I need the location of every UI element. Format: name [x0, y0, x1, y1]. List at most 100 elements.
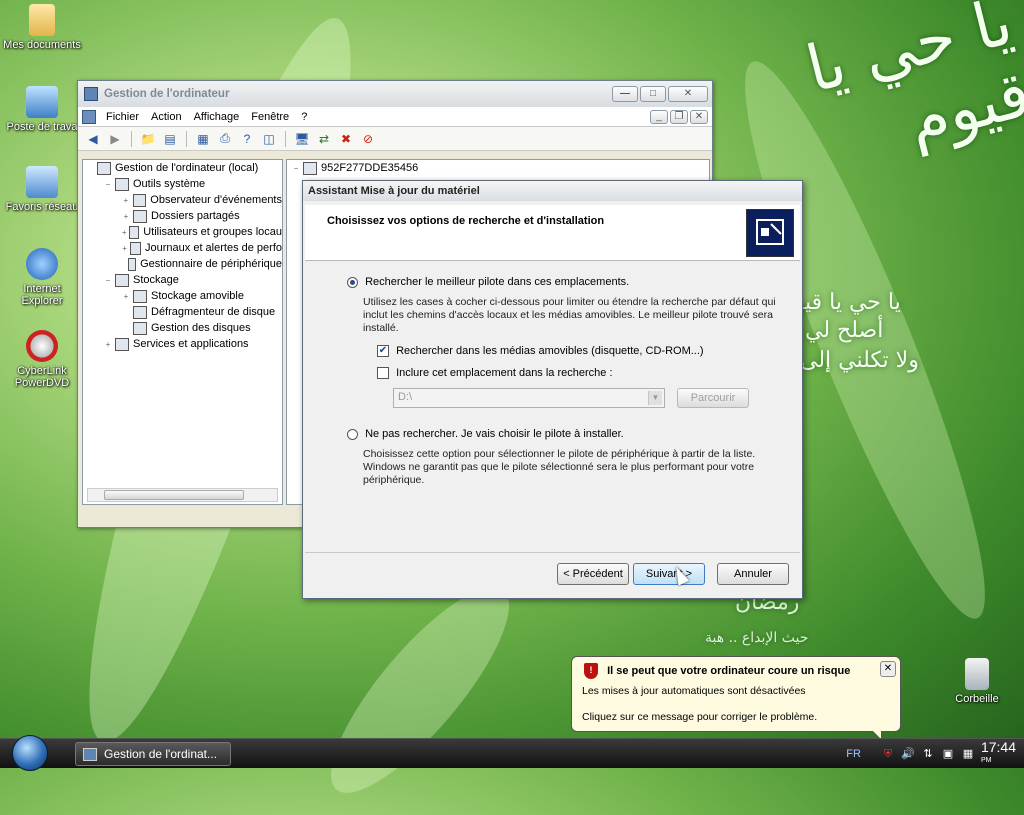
- window-titlebar[interactable]: Gestion de l'ordinateur — □ ✕: [78, 81, 712, 107]
- expand-icon[interactable]: +: [121, 244, 128, 253]
- tree-node-icon: [133, 209, 147, 223]
- option-search-best[interactable]: Rechercher le meilleur pilote dans ces e…: [347, 276, 629, 288]
- tree-item[interactable]: + Utilisateurs et groupes locau: [83, 224, 282, 240]
- check-include-location[interactable]: Inclure cet emplacement dans la recherch…: [377, 367, 613, 380]
- expand-icon[interactable]: +: [121, 292, 131, 301]
- menu-bar: Fichier Action Affichage Fenêtre ? _ ❐ ✕: [78, 107, 712, 127]
- collapse-icon[interactable]: −: [103, 276, 113, 285]
- print-icon[interactable]: ⎙: [216, 131, 234, 147]
- uninstall-icon[interactable]: ✖: [337, 131, 355, 147]
- tree-item[interactable]: + Stockage amovible: [83, 288, 282, 304]
- security-shield-icon[interactable]: ⛨: [881, 747, 895, 761]
- tree-item[interactable]: Gestion des disques: [83, 320, 282, 336]
- help-icon[interactable]: ?: [238, 131, 256, 147]
- next-button[interactable]: Suivant >: [633, 563, 705, 585]
- menu-fenetre[interactable]: Fenêtre: [245, 111, 295, 123]
- close-button[interactable]: ✕: [668, 86, 708, 102]
- minimize-button[interactable]: —: [612, 86, 638, 102]
- window-title: Gestion de l'ordinateur: [104, 88, 230, 100]
- taskbar-button-computer-management[interactable]: Gestion de l'ordinat...: [75, 742, 231, 766]
- expand-icon[interactable]: +: [103, 340, 113, 349]
- tree-item-label: Défragmenteur de disque: [151, 306, 276, 318]
- tree-item[interactable]: Gestion de l'ordinateur (local): [83, 160, 282, 176]
- scan-hardware-icon[interactable]: 🖥: [293, 131, 311, 147]
- tree-item[interactable]: + Dossiers partagés: [83, 208, 282, 224]
- tree-horizontal-scrollbar[interactable]: [87, 488, 278, 502]
- arabic-calligraphy: ولا تكلني إلى: [800, 348, 919, 373]
- tree-item[interactable]: + Services et applications: [83, 336, 282, 352]
- toolbar-separator: [131, 130, 132, 147]
- menu-fichier[interactable]: Fichier: [100, 111, 145, 123]
- tree-node-icon: [115, 273, 129, 287]
- maximize-button[interactable]: □: [640, 86, 666, 102]
- disable-device-icon[interactable]: ⊘: [359, 131, 377, 147]
- previous-button[interactable]: < Précédent: [557, 563, 629, 585]
- up-folder-icon[interactable]: 📁: [139, 131, 157, 147]
- location-combobox[interactable]: D:\ ▼: [393, 388, 665, 408]
- balloon-line1: Les mises à jour automatiques sont désac…: [582, 685, 806, 697]
- desktop-icon-my-computer[interactable]: Poste de trava: [2, 86, 82, 133]
- expand-icon[interactable]: +: [121, 212, 131, 221]
- balloon-close-button[interactable]: ✕: [880, 661, 896, 677]
- show-pane-icon[interactable]: ◫: [260, 131, 278, 147]
- browse-button[interactable]: Parcourir: [677, 388, 749, 408]
- language-indicator[interactable]: FR: [846, 748, 861, 760]
- tree-node-icon: [133, 305, 147, 319]
- collapse-icon[interactable]: −: [103, 180, 113, 189]
- tree-item-label: Gestion des disques: [151, 322, 251, 334]
- chevron-down-icon[interactable]: ▼: [648, 391, 662, 405]
- child-restore-button[interactable]: ❐: [670, 109, 688, 124]
- back-arrow-icon[interactable]: ◀: [84, 131, 102, 147]
- tree-item[interactable]: + Journaux et alertes de perfo: [83, 240, 282, 256]
- tree-node-icon: [129, 225, 140, 239]
- forward-arrow-icon[interactable]: ▶: [106, 131, 124, 147]
- tree-item[interactable]: + Observateur d'événements: [83, 192, 282, 208]
- menu-help[interactable]: ?: [295, 111, 313, 123]
- display-icon[interactable]: ▣: [941, 747, 955, 761]
- expand-icon[interactable]: +: [121, 196, 131, 205]
- balloon-line2: Cliquez sur ce message pour corriger le …: [582, 711, 818, 723]
- option2-description: Choisissez cette option pour sélectionne…: [363, 448, 756, 486]
- collapse-icon[interactable]: −: [291, 164, 301, 173]
- network-icon[interactable]: ⇅: [921, 747, 935, 761]
- option-no-search[interactable]: Ne pas rechercher. Je vais choisir le pi…: [347, 428, 624, 440]
- tree-node-icon: [130, 241, 142, 255]
- device-icon[interactable]: ▦: [961, 747, 975, 761]
- tree-item[interactable]: Défragmenteur de disque: [83, 304, 282, 320]
- show-tree-icon[interactable]: ▤: [161, 131, 179, 147]
- clock[interactable]: 17:44 PM: [981, 740, 1016, 767]
- desktop-icon-my-documents[interactable]: Mes documents: [2, 4, 82, 51]
- tree-item[interactable]: − Outils système: [83, 176, 282, 192]
- update-driver-icon[interactable]: ⇄: [315, 131, 333, 147]
- wizard-titlebar[interactable]: Assistant Mise à jour du matériel: [303, 181, 802, 201]
- recycle-bin-icon: [965, 658, 989, 690]
- checkbox-include-location[interactable]: [377, 367, 389, 380]
- tree-item-label: Dossiers partagés: [151, 210, 240, 222]
- scroll-thumb[interactable]: [104, 490, 244, 500]
- start-button[interactable]: [12, 735, 48, 771]
- device-tree-root[interactable]: − 952F277DDE35456: [287, 160, 709, 176]
- desktop-icon-powerdvd[interactable]: CyberLink PowerDVD: [2, 330, 82, 389]
- tree-item[interactable]: − Stockage: [83, 272, 282, 288]
- desktop-icon-recycle-bin[interactable]: Corbeille: [937, 658, 1017, 705]
- tree-item-label: Journaux et alertes de perfo: [145, 242, 282, 254]
- check-removable-media[interactable]: ✔ Rechercher dans les médias amovibles (…: [377, 345, 704, 358]
- desktop-icon-network[interactable]: Favoris réseau: [2, 166, 82, 213]
- tree-item-label: Services et applications: [133, 338, 249, 350]
- security-notification-balloon[interactable]: ! Il se peut que votre ordinateur coure …: [571, 656, 901, 741]
- checkbox-removable-media[interactable]: ✔: [377, 345, 389, 358]
- tree-item[interactable]: Gestionnaire de périphérique: [83, 256, 282, 272]
- child-minimize-button[interactable]: _: [650, 109, 668, 124]
- audio-icon[interactable]: 🔊: [901, 747, 915, 761]
- menu-action[interactable]: Action: [145, 111, 188, 123]
- expand-icon[interactable]: +: [121, 228, 127, 237]
- tree-item-label: Observateur d'événements: [150, 194, 282, 206]
- radio-no-search[interactable]: [347, 428, 358, 440]
- radio-search-best[interactable]: [347, 276, 358, 288]
- cancel-button[interactable]: Annuler: [717, 563, 789, 585]
- menu-affichage[interactable]: Affichage: [188, 111, 246, 123]
- wizard-body: Rechercher le meilleur pilote dans ces e…: [305, 262, 800, 552]
- child-close-button[interactable]: ✕: [690, 109, 708, 124]
- desktop-icon-internet-explorer[interactable]: Internet Explorer: [2, 248, 82, 307]
- properties-icon[interactable]: ▦: [194, 131, 212, 147]
